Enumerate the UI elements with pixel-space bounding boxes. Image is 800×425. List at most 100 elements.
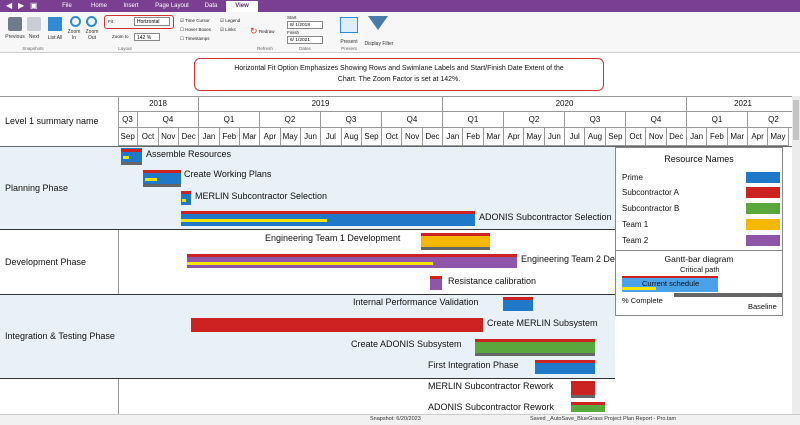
quarter-header: Q4 bbox=[138, 112, 199, 128]
pct-complete-label: % Complete bbox=[622, 296, 663, 305]
legend-swatch bbox=[746, 203, 780, 214]
month-header: Sep bbox=[605, 128, 626, 146]
month-header: Jan bbox=[443, 128, 464, 146]
timestamps-checkbox[interactable]: ☐ Timestamps bbox=[180, 36, 210, 42]
legend-divider bbox=[615, 250, 783, 251]
redraw-icon[interactable]: ↻ bbox=[250, 26, 258, 37]
vertical-scrollbar[interactable] bbox=[792, 96, 800, 414]
lane-label: Development Phase bbox=[5, 257, 87, 267]
month-header: Aug bbox=[585, 128, 606, 146]
zoom-out-icon[interactable] bbox=[86, 16, 97, 27]
gantt-bar[interactable] bbox=[571, 381, 595, 395]
zoom-input[interactable]: 142 % bbox=[134, 33, 160, 41]
list-all-icon[interactable] bbox=[48, 17, 62, 31]
month-header: Apr bbox=[747, 128, 769, 146]
fit-select[interactable]: Horizontal bbox=[134, 17, 170, 26]
redraw-label[interactable]: Redraw bbox=[259, 29, 275, 34]
baseline-label: Baseline bbox=[748, 302, 777, 311]
file-status: Saved _AutoSave_BlueGrass Project Plan R… bbox=[530, 416, 677, 422]
month-header: Oct bbox=[382, 128, 403, 146]
links-checkbox[interactable]: ☑ Links bbox=[220, 27, 236, 33]
previous-snapshot-icon[interactable] bbox=[8, 17, 22, 31]
gantt-bar[interactable] bbox=[191, 318, 483, 332]
month-header: Mar bbox=[727, 128, 748, 146]
tab-view[interactable]: View bbox=[226, 1, 258, 12]
dates-group-label: Dates bbox=[299, 46, 311, 51]
task-label: Create MERLIN Subsystem bbox=[487, 318, 598, 328]
month-header: Nov bbox=[158, 128, 179, 146]
task-label: MERLIN Subcontractor Selection bbox=[195, 191, 328, 201]
month-header: Dec bbox=[178, 128, 200, 146]
hover-boxes-checkbox[interactable]: ☐ Hover Boxes bbox=[180, 27, 211, 33]
task-label: Internal Performance Validation bbox=[353, 297, 479, 307]
legend-checkbox[interactable]: ☑ Legend bbox=[220, 18, 240, 24]
start-date-input[interactable]: 8/ 1/2018 bbox=[287, 21, 323, 29]
task-label: Engineering Team 1 Development bbox=[265, 233, 401, 243]
tab-file[interactable]: File bbox=[56, 1, 78, 12]
lane-divider bbox=[0, 378, 615, 379]
display-filter-label[interactable]: Display Filter bbox=[362, 41, 396, 47]
month-header: Nov bbox=[646, 128, 667, 146]
diagram-title: Gantt-bar diagram bbox=[664, 254, 734, 264]
scrollbar-thumb[interactable] bbox=[793, 100, 799, 140]
back-icon[interactable]: ◀ bbox=[6, 1, 12, 11]
zoom-to-label: Zoom to bbox=[112, 34, 129, 39]
month-header: Aug bbox=[341, 128, 362, 146]
baseline-bar bbox=[121, 162, 142, 165]
callout-line-1: Horizontal Fit Option Emphasizes Showing… bbox=[234, 65, 564, 72]
month-header: Dec bbox=[422, 128, 444, 146]
task-label: First Integration Phase bbox=[428, 360, 519, 370]
snapshot-status: Snapshot: 6/20/2023 bbox=[370, 416, 421, 422]
year-header: 2021 bbox=[687, 96, 800, 112]
lane-label: Integration & Testing Phase bbox=[5, 331, 115, 341]
next-snapshot-icon[interactable] bbox=[27, 17, 41, 31]
critical-path-mark bbox=[535, 360, 595, 363]
legend-item-label: Prime bbox=[622, 173, 643, 182]
critical-path-mark bbox=[143, 170, 181, 173]
month-header: Nov bbox=[402, 128, 423, 146]
tab-home[interactable]: Home bbox=[86, 1, 112, 12]
next-label: Next bbox=[28, 34, 40, 40]
save-icon[interactable]: ▣ bbox=[30, 1, 38, 11]
task-label: ADONIS Subcontractor Rework bbox=[428, 402, 555, 412]
tab-page-layout[interactable]: Page Layout bbox=[152, 1, 192, 12]
baseline-bar bbox=[475, 353, 595, 356]
percent-complete-bar bbox=[145, 178, 157, 181]
month-header: Sep bbox=[118, 128, 139, 146]
baseline-bar bbox=[143, 184, 181, 187]
month-header: Feb bbox=[707, 128, 728, 146]
legend-swatch bbox=[746, 219, 780, 230]
month-header: Apr bbox=[260, 128, 281, 146]
quarter-header: Q3 bbox=[118, 112, 138, 128]
quarter-header: Q1 bbox=[687, 112, 748, 128]
quarter-header: Q2 bbox=[260, 112, 321, 128]
month-header: May bbox=[524, 128, 545, 146]
percent-complete-bar bbox=[187, 262, 433, 265]
quarter-header: Q1 bbox=[199, 112, 260, 128]
task-label: Create ADONIS Subsystem bbox=[351, 339, 462, 349]
hover-boxes-label: Hover Boxes bbox=[185, 27, 212, 32]
legend-baseline-bar bbox=[674, 293, 782, 297]
tab-data[interactable]: Data bbox=[200, 1, 222, 12]
start-label: Start bbox=[287, 15, 297, 20]
forward-icon[interactable]: ▶ bbox=[18, 1, 24, 11]
time-cursor-checkbox[interactable]: ☑ Time Cursor bbox=[180, 18, 210, 24]
quarter-header: Q1 bbox=[443, 112, 504, 128]
timestamps-label: Timestamps bbox=[185, 36, 210, 41]
finish-date-input[interactable]: 6/ 1/2021 bbox=[287, 36, 323, 44]
time-cursor-label: Time Cursor bbox=[185, 18, 210, 23]
filter-icon[interactable] bbox=[368, 16, 388, 30]
zoom-in-icon[interactable] bbox=[70, 16, 81, 27]
legend-item-label: Subcontractor B bbox=[622, 204, 680, 213]
present-icon[interactable] bbox=[340, 17, 358, 33]
legend-item-label: Team 1 bbox=[622, 220, 649, 229]
quarter-header: Q4 bbox=[626, 112, 687, 128]
month-header: Mar bbox=[483, 128, 505, 146]
month-header: Sep bbox=[361, 128, 383, 146]
tab-insert[interactable]: Insert bbox=[119, 1, 143, 12]
month-header: Jul bbox=[565, 128, 586, 146]
critical-path-label: Critical path bbox=[680, 265, 720, 274]
month-header: Dec bbox=[666, 128, 687, 146]
callout-line-2: Chart. The Zoom Factor is set at 142%. bbox=[337, 76, 461, 83]
critical-path-mark bbox=[187, 254, 517, 257]
